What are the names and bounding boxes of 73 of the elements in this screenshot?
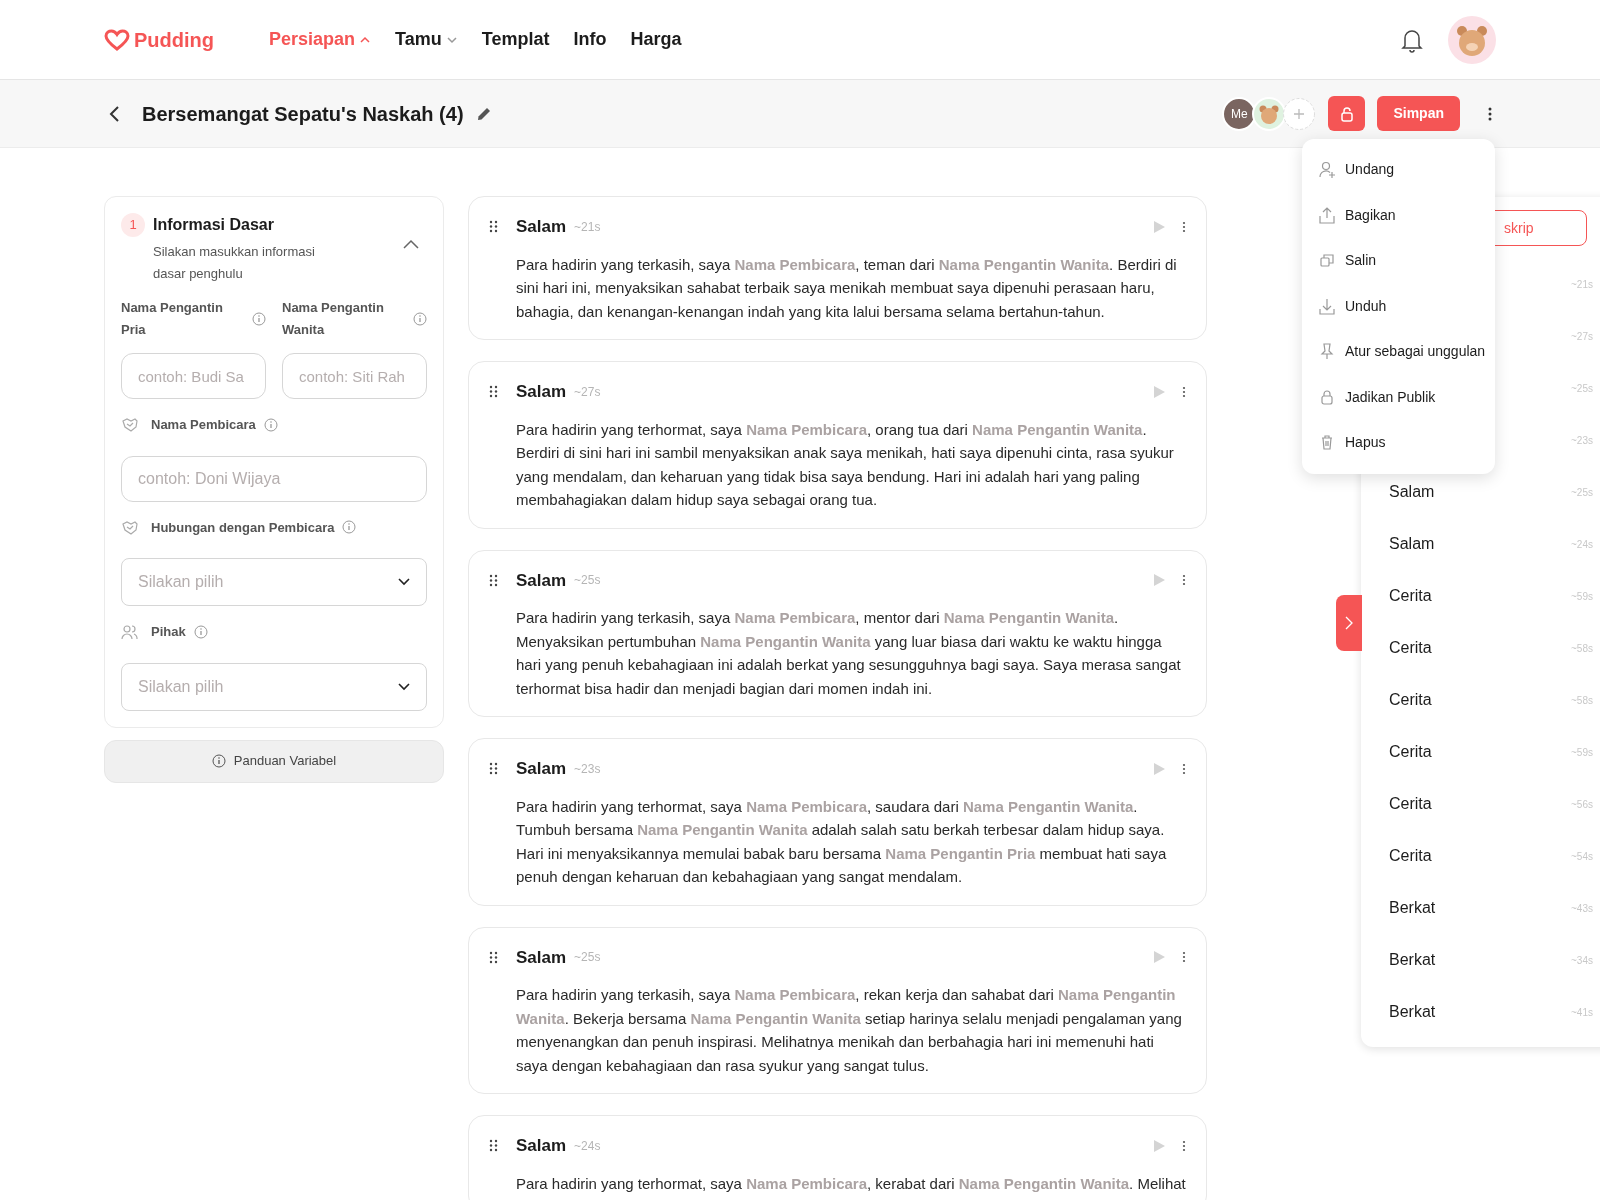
- segment-text: Para hadirin yang terkasih, saya Nama Pembicara, rekan kerja dan sahabat dari Nama Pengantin Wanita. Bekerja bersama Nama Pengantin Wanita setiap harinya selalu menjadi pengalaman yang menyenangkan dan penuh inspirasi. Melihatnya menikah dan berbahagia hari ini memenuhi hati saya dengan kebahagiaan dan rasa syukur yang sangat tulus.: [516, 985, 1183, 1076]
- segment-duration: ~23s: [574, 760, 601, 778]
- field-label: Hubungan dengan Pembicara: [151, 518, 335, 537]
- drag-handle-icon: [489, 762, 498, 776]
- segment-title: Salam: [516, 946, 567, 969]
- lock-icon: [1339, 105, 1354, 122]
- expand-tab[interactable]: [1336, 595, 1362, 651]
- drag-handle-icon: [489, 950, 498, 964]
- section-title: Informasi Dasar: [153, 215, 275, 235]
- drag-handle-icon: [489, 1139, 498, 1153]
- input-field[interactable]: contoh: Doni Wijaya: [121, 455, 427, 502]
- drag-handle-icon: [489, 220, 498, 234]
- step-number: 1: [121, 213, 145, 237]
- nav-link[interactable]: Info: [573, 26, 607, 53]
- info-icon: [263, 417, 278, 432]
- pin-icon: [1318, 342, 1336, 362]
- segment-duration: ~25s: [574, 572, 601, 590]
- people-icon: [121, 623, 139, 641]
- segment-duration: ~27s: [574, 383, 601, 401]
- nav-link[interactable]: Tamu: [395, 26, 458, 53]
- field-label: Nama Pembicara: [151, 416, 256, 434]
- segment-text: Para hadirin yang terhormat, saya Nama Pembicara, kerabat dari Nama Pengantin Wanita. Melihat: [516, 1173, 1186, 1194]
- segment-text: Para hadirin yang terhormat, saya Nama Pembicara, saudara dari Nama Pengantin Wanita. Tumbuh bersama Nama Pengantin Wanita adalah salah satu berkah terbesar dalam hidup saya. Hari ini menyaksikannya memulai babak baru bersama Nama Pengantin Pria membuat hati saya penuh dengan keharuan dan kebahagiaan yang sangat mendalam.: [516, 796, 1168, 887]
- nav-link[interactable]: Templat: [481, 26, 550, 53]
- lock-icon: [1318, 387, 1336, 407]
- menu-item[interactable]: Hapus: [1302, 420, 1495, 466]
- menu-item[interactable]: Undang: [1302, 147, 1495, 193]
- drag-handle-icon: [489, 385, 498, 399]
- input-field[interactable]: contoh: Budi Sa: [121, 353, 266, 399]
- segment-title: Salam: [516, 758, 567, 780]
- field-label: Pihak: [151, 623, 186, 641]
- segment-title: Salam: [516, 1135, 567, 1157]
- section-subtitle: Silakan masukkan informasi dasar penghulu: [153, 243, 316, 283]
- download-icon: [1318, 296, 1336, 316]
- field-label: Nama Pengantin Pria: [121, 299, 224, 339]
- info-icon: [252, 312, 266, 326]
- segment-title: Salam: [516, 569, 567, 592]
- segment-duration: ~21s: [574, 218, 601, 236]
- field-label: Nama Pengantin Wanita: [282, 299, 385, 339]
- collaborator-avatar[interactable]: [1252, 96, 1287, 131]
- menu-item[interactable]: Atur sebagai unggulan: [1302, 329, 1495, 375]
- segment-text: Para hadirin yang terhormat, saya Nama Pembicara, orang tua dari Nama Pengantin Wanita. Berdiri di sini hari ini sambil menyaksikan anak saya menikah, hati saya dipenuhi cinta, rasa syukur yang mendalam, dan keharuan yang tidak bisa saya bendung. Hari ini adalah hari yang paling membahagiakan dalam hidup saya sebagai orang tua.: [516, 419, 1175, 510]
- chevron-right-icon: [1345, 616, 1353, 630]
- info-icon: [211, 754, 226, 768]
- segment-title: Salam: [516, 381, 567, 403]
- drag-handle-icon: [489, 573, 498, 587]
- segment-text: Para hadirin yang terkasih, saya Nama Pembicara, teman dari Nama Pengantin Wanita. Berdiri di sini hari ini, menyaksikan sahabat terbaik saya menikah membuat saya dipenuhi perasaan haru, bahagia, dan kenangan-kenangan indah yang kita lalui bersama selama bertahun-tahun.: [516, 254, 1178, 322]
- user-avatar[interactable]: [1448, 15, 1496, 64]
- share-icon: [1318, 205, 1336, 225]
- menu-item[interactable]: Salin: [1302, 238, 1495, 284]
- script-title: Bersemangat Sepatu's Naskah (4): [142, 101, 464, 127]
- lock-button[interactable]: [1328, 96, 1366, 131]
- input-field[interactable]: contoh: Siti Rah: [282, 353, 427, 399]
- edit-pencil-icon[interactable]: [475, 105, 492, 122]
- more-options-icon[interactable]: [1488, 105, 1492, 122]
- chevron-down-icon: [398, 578, 410, 586]
- menu-item[interactable]: Unduh: [1302, 283, 1495, 329]
- menu-item[interactable]: Jadikan Publik: [1302, 374, 1495, 420]
- collaborator-avatar[interactable]: Me: [1222, 96, 1257, 131]
- logo-heart-icon: [104, 28, 130, 51]
- segment-title: Salam: [516, 216, 567, 238]
- segment-text: Para hadirin yang terkasih, saya Nama Pembicara, mentor dari Nama Pengantin Wanita. Menyaksikan pertumbuhan Nama Pengantin Wanita yang luar biasa dari waktu ke waktu hingga hari yang penuh kebahagiaan ini adalah berkat yang sesungguhnya bagi saya. Saya merasa sangat terhormat bisa hadir dan menjadi bagian dari momen indah ini.: [516, 608, 1182, 699]
- segment-duration: ~24s: [574, 1137, 601, 1155]
- menu-item[interactable]: Bagikan: [1302, 192, 1495, 238]
- invite-user-icon: [1318, 160, 1336, 180]
- nav-link[interactable]: Harga: [630, 26, 682, 53]
- info-icon: [342, 520, 357, 535]
- segment-duration: ~25s: [574, 949, 601, 967]
- variable-guide-button[interactable]: Panduan Variabel: [104, 739, 444, 783]
- info-icon: [413, 312, 427, 326]
- info-icon: [193, 624, 208, 639]
- chevron-down-icon: [398, 682, 410, 691]
- collapse-caret-icon[interactable]: [403, 239, 419, 249]
